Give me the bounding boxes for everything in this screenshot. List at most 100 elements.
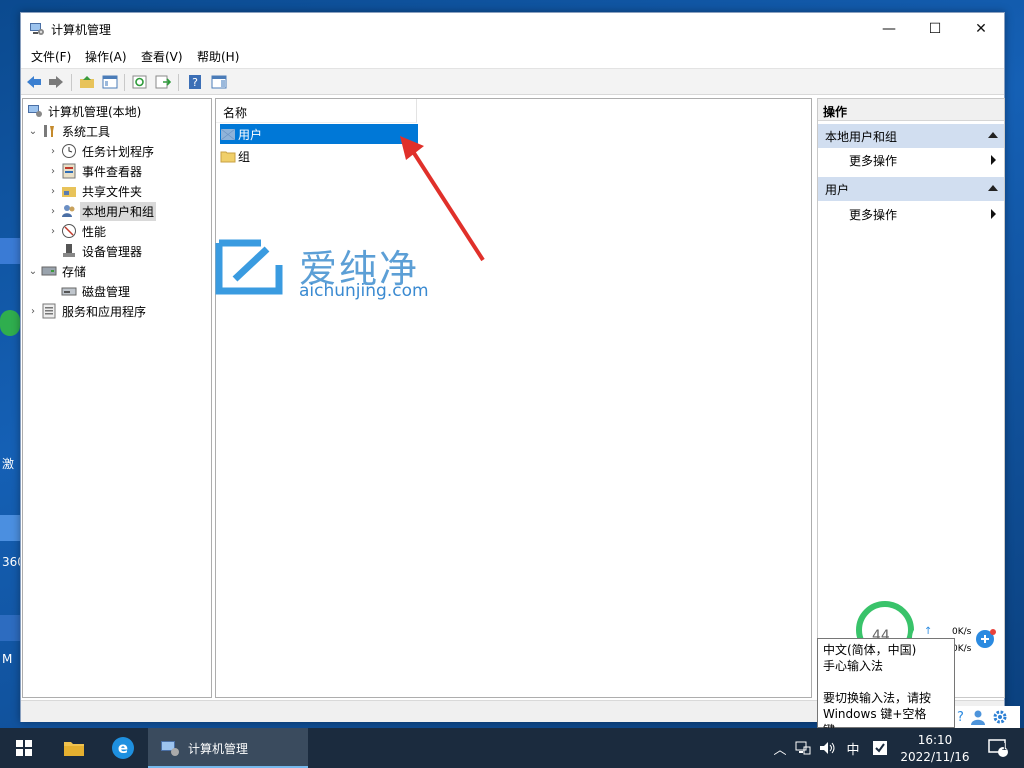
chevron-right-icon[interactable]: › <box>47 206 59 217</box>
tree-root-label: 计算机管理(本地) <box>48 104 142 119</box>
ime-tooltip-line: 手心输入法 <box>823 659 884 673</box>
window-title: 计算机管理 <box>51 23 112 37</box>
tree-item-disk-management[interactable]: 磁盘管理 <box>59 281 132 301</box>
tree-item-label: 设备管理器 <box>82 244 143 259</box>
notification-center-button[interactable]: 1 <box>978 728 1018 768</box>
tree-item-label: 磁盘管理 <box>82 284 131 299</box>
folder-icon <box>64 742 84 756</box>
minimize-button[interactable]: — <box>866 13 912 45</box>
clock[interactable]: 16:10 2022/11/16 <box>895 732 975 766</box>
tree-root[interactable]: 计算机管理(本地) <box>25 101 143 121</box>
forward-arrow-icon[interactable] <box>47 73 65 91</box>
tree-item-storage[interactable]: ⌄ 存储 <box>27 261 88 281</box>
menu-view[interactable]: 查看(V) <box>141 48 183 65</box>
list-item-label: 用户 <box>238 127 263 142</box>
chevron-right-icon[interactable]: › <box>47 166 59 177</box>
tree-item-system-tools[interactable]: ⌄ 系统工具 <box>27 121 112 141</box>
column-header-name[interactable]: 名称 <box>216 99 417 123</box>
action-pane-icon[interactable] <box>210 73 228 91</box>
chevron-down-icon[interactable]: ⌄ <box>27 126 39 137</box>
desktop-icon[interactable] <box>0 515 20 541</box>
users-folder-icon <box>220 128 236 141</box>
maximize-button[interactable]: ☐ <box>912 13 958 45</box>
svg-text:?: ? <box>192 76 198 89</box>
desktop-icon[interactable] <box>0 310 20 336</box>
network-icon[interactable] <box>792 728 814 768</box>
event-viewer-icon <box>62 163 76 179</box>
ie-browser-button[interactable]: e <box>99 728 147 768</box>
action-group-users[interactable]: 用户 <box>818 177 1004 201</box>
desktop-icon-label: 激 <box>2 457 15 471</box>
tree-item-label: 事件查看器 <box>82 164 143 179</box>
ime-help-icon[interactable]: ? <box>957 710 964 725</box>
list-item-groups[interactable]: 组 <box>220 146 418 166</box>
list-item-users[interactable]: 用户 <box>220 124 418 144</box>
list-item-label: 组 <box>238 149 251 164</box>
file-explorer-button[interactable] <box>50 728 98 768</box>
chevron-up-icon: ︿ <box>773 742 787 758</box>
folder-icon <box>220 151 236 163</box>
submenu-arrow-icon <box>991 209 996 219</box>
export-list-icon[interactable] <box>154 73 172 91</box>
up-folder-icon[interactable] <box>78 73 96 91</box>
tree-item-device-manager[interactable]: 设备管理器 <box>59 241 144 261</box>
show-hidden-icons-button[interactable]: ︿ <box>770 728 790 768</box>
desktop-icon[interactable] <box>0 615 20 641</box>
security-check-icon[interactable] <box>866 728 894 768</box>
tree-item-event-viewer[interactable]: › 事件查看器 <box>47 161 144 181</box>
collapse-icon[interactable] <box>988 132 998 138</box>
device-manager-icon <box>63 244 75 257</box>
back-arrow-icon[interactable] <box>25 73 43 91</box>
taskbar-app-computer-management[interactable]: 计算机管理 <box>148 728 308 768</box>
upload-arrow-icon: ↑ <box>924 626 933 637</box>
ime-indicator[interactable]: 中 <box>842 728 864 768</box>
taskbar: e 计算机管理 ︿ 中 16:10 2022/11/16 1 <box>0 728 1024 768</box>
chevron-right-icon[interactable]: › <box>47 226 59 237</box>
volume-icon[interactable] <box>816 728 840 768</box>
services-icon <box>42 303 56 319</box>
help-icon[interactable]: ? <box>186 73 204 91</box>
svg-text:e: e <box>118 739 128 757</box>
action-group-local-users-groups[interactable]: 本地用户和组 <box>818 124 1004 148</box>
chevron-down-icon[interactable]: ⌄ <box>27 266 39 277</box>
actions-header: 操作 <box>818 99 1004 121</box>
gear-icon[interactable] <box>992 709 1008 725</box>
more-actions-item[interactable]: 更多操作 <box>818 149 1004 171</box>
tree-item-services-apps[interactable]: › 服务和应用程序 <box>27 301 148 321</box>
start-button[interactable] <box>0 728 48 768</box>
storage-icon <box>41 266 57 276</box>
chevron-right-icon[interactable]: › <box>47 186 59 197</box>
details-pane: 名称 用户 组 <box>215 98 812 698</box>
performance-icon <box>62 224 76 238</box>
desktop-icon[interactable] <box>0 238 20 264</box>
tree-item-task-scheduler[interactable]: › 任务计划程序 <box>47 141 156 161</box>
menu-help[interactable]: 帮助(H) <box>197 48 239 65</box>
tree-item-local-users-groups[interactable]: › 本地用户和组 <box>47 201 157 221</box>
tree-item-shared-folders[interactable]: › 共享文件夹 <box>47 181 144 201</box>
users-icon <box>62 205 75 217</box>
tree-item-label: 本地用户和组 <box>80 201 157 221</box>
shared-folder-icon <box>62 187 76 197</box>
user-icon[interactable] <box>970 709 986 725</box>
title-bar[interactable]: 计算机管理 — ☐ ✕ <box>21 13 1004 45</box>
ime-toolbar: ? <box>955 706 1020 728</box>
refresh-icon[interactable] <box>131 73 149 91</box>
tree-item-label: 服务和应用程序 <box>62 304 147 319</box>
tree-item-label: 性能 <box>82 224 107 239</box>
chevron-right-icon[interactable]: › <box>47 146 59 157</box>
windows-logo-icon <box>16 740 32 756</box>
collapse-icon[interactable] <box>988 185 998 191</box>
tree-item-performance[interactable]: › 性能 <box>47 221 108 241</box>
computer-management-icon <box>30 23 44 35</box>
ime-tooltip-line: 中文(简体，中国) <box>823 643 917 657</box>
watermark-url: aichunjing.com <box>299 281 429 301</box>
tree-item-label: 系统工具 <box>62 124 111 139</box>
chevron-right-icon[interactable]: › <box>27 306 39 317</box>
show-hide-tree-icon[interactable] <box>101 73 119 91</box>
ime-tooltip: 中文(简体，中国) 手心输入法 要切换输入法，请按 Windows 键+空格键。 <box>817 638 955 737</box>
close-button[interactable]: ✕ <box>958 13 1004 45</box>
menu-file[interactable]: 文件(F) <box>31 48 71 65</box>
more-actions-item[interactable]: 更多操作 <box>818 203 1004 225</box>
menu-bar: 文件(F) 操作(A) 查看(V) 帮助(H) <box>21 45 1004 67</box>
menu-action[interactable]: 操作(A) <box>85 48 127 65</box>
